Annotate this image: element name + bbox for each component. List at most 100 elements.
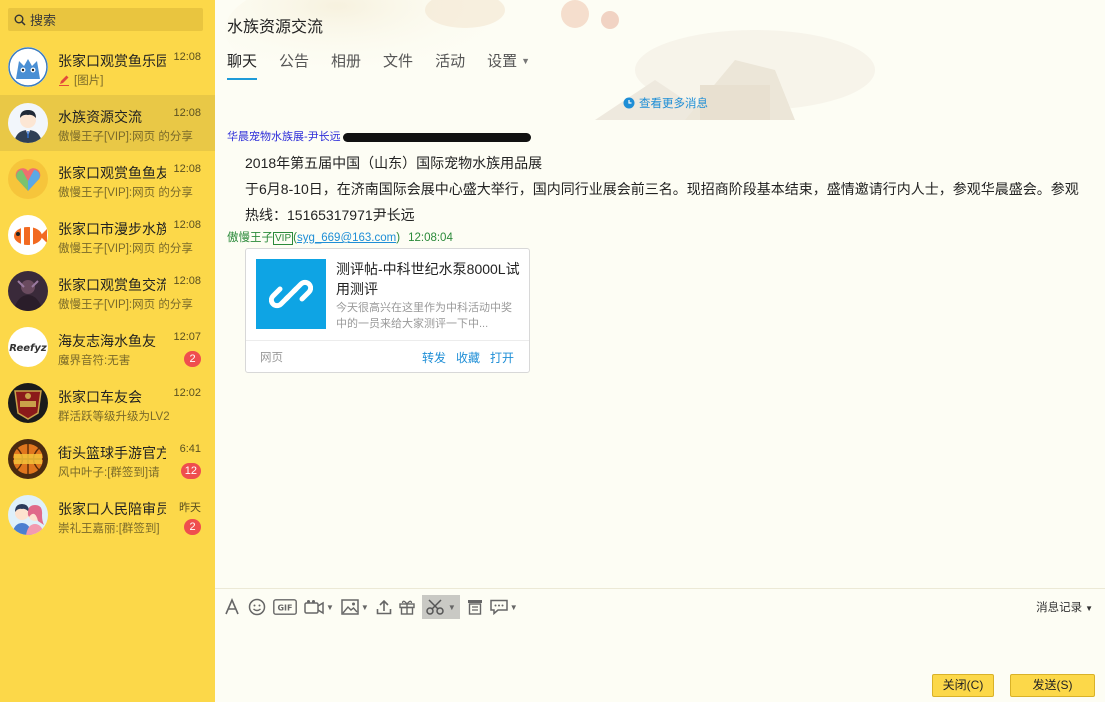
conversation-preview-text: 群活跃等级升级为LV2: [58, 411, 170, 423]
conversation-time: 12:08: [173, 219, 201, 231]
card-footer: 网页 转发 收藏 打开: [246, 340, 529, 372]
conversation-time: 12:08: [173, 51, 201, 63]
conversation-time: 6:41: [179, 443, 201, 455]
conversation-preview: 群活跃等级升级为LV2: [58, 408, 198, 424]
conversation-item[interactable]: 街头篮球手游官方 6:41 风中叶子:[群签到]请 12: [0, 431, 215, 487]
conversation-list: 张家口观赏鱼乐园 12:08 [图片] 水族资源交流 12:08 傲慢王子[VIP]:网页…: [0, 39, 215, 543]
conversation-item[interactable]: 张家口观赏鱼鱼友 12:08 傲慢王子[VIP]:网页 的分享: [0, 151, 215, 207]
conversation-time: 12:08: [173, 275, 201, 287]
search-icon: [14, 14, 26, 26]
message-sender[interactable]: 华晨宠物水族展-尹长远: [227, 128, 531, 144]
search-box[interactable]: 搜索: [8, 8, 203, 31]
gift-button[interactable]: [399, 595, 415, 619]
avatar: [8, 495, 48, 535]
avatar: [8, 271, 48, 311]
clock-icon: [623, 97, 635, 109]
upload-icon: [376, 599, 392, 615]
link-thumbnail: [256, 259, 326, 329]
chevron-down-icon: ▼: [360, 602, 369, 612]
video-call-button[interactable]: ▼: [304, 595, 334, 619]
sender-name: 华晨宠物水族展-尹长远: [227, 131, 341, 143]
font-button[interactable]: [223, 595, 241, 619]
conversation-preview-text: 傲慢王子[VIP]:网页 的分享: [58, 187, 193, 199]
tab-chat[interactable]: 聊天: [227, 50, 258, 80]
tab-settings[interactable]: 设置 ▼: [487, 50, 530, 77]
chevron-down-icon: ▼: [521, 56, 531, 66]
conversation-item[interactable]: Reefyz 海友志海水鱼友 12:07 魔界音符:无害 2: [0, 319, 215, 375]
conversation-preview: 魔界音符:无害: [58, 352, 198, 368]
chevron-down-icon: ▼: [447, 602, 456, 612]
gif-button[interactable]: GIF: [273, 595, 297, 619]
screenshot-button[interactable]: ▼: [421, 595, 460, 619]
conversation-preview-text: 魔界音符:无害: [58, 355, 131, 367]
send-button[interactable]: 发送(S): [1010, 674, 1095, 697]
avatar: [8, 159, 48, 199]
unread-badge: 2: [184, 351, 201, 367]
chat-tabs: 聊天 公告 相册 文件 活动 设置 ▼: [227, 50, 552, 80]
shake-button[interactable]: [467, 595, 483, 619]
conversation-preview-text: 风中叶子:[群签到]请: [58, 467, 160, 479]
conversation-item[interactable]: 张家口观赏鱼交流 12:08 傲慢王子[VIP]:网页 的分享: [0, 263, 215, 319]
message-menu-icon: [490, 599, 508, 615]
conversation-item[interactable]: 张家口人民陪审员 昨天 崇礼王嘉丽:[群签到] 2: [0, 487, 215, 543]
close-button[interactable]: 关闭(C): [932, 674, 994, 697]
conversation-name: 街头篮球手游官方: [58, 445, 166, 461]
message-input-area[interactable]: GIF ▼ ▼ ▼ ▼ 消息记录 ▼ 关闭(C) 发送(S): [215, 588, 1105, 702]
tab-files[interactable]: 文件: [383, 50, 413, 77]
vip-badge: VIP: [273, 232, 294, 245]
card-source: 网页: [260, 352, 283, 364]
pen-icon: [59, 75, 69, 86]
card-title: 测评帖-中科世纪水泵8000L试用测评: [336, 261, 520, 297]
open-link[interactable]: 打开: [490, 349, 514, 366]
sender-name: 傲慢王子: [227, 232, 273, 244]
conversation-name: 水族资源交流: [58, 109, 142, 125]
avatar: [8, 383, 48, 423]
conversation-preview-text: 傲慢王子[VIP]:网页 的分享: [58, 131, 193, 143]
message-line: 2018年第五届中国（山东）国际宠物水族用品展: [245, 155, 543, 171]
conversation-preview: 傲慢王子[VIP]:网页 的分享: [58, 128, 198, 144]
avatar: [8, 215, 48, 255]
conversation-preview: 傲慢王子[VIP]:网页 的分享: [58, 240, 198, 256]
conversation-preview: [图片]: [58, 72, 198, 88]
conversation-preview: 风中叶子:[群签到]请: [58, 464, 198, 480]
conversation-item[interactable]: 张家口市漫步水族 12:08 傲慢王子[VIP]:网页 的分享: [0, 207, 215, 263]
tab-announcement[interactable]: 公告: [279, 50, 309, 77]
message-sender[interactable]: 傲慢王子 VIP (syg_669@163.com) 12:08:04: [227, 229, 453, 245]
conversation-name: 张家口车友会: [58, 389, 142, 405]
conversation-time: 12:08: [173, 163, 201, 175]
chat-panel: 水族资源交流 聊天 公告 相册 文件 活动 设置 ▼ 查看更多消息 华晨宠物水族展…: [215, 0, 1105, 702]
favorite-link[interactable]: 收藏: [456, 349, 480, 366]
emoji-button[interactable]: [248, 595, 266, 619]
tab-album[interactable]: 相册: [331, 50, 361, 77]
message-history-button[interactable]: 消息记录 ▼: [1036, 599, 1093, 615]
more-tools-button[interactable]: ▼: [490, 595, 518, 619]
sender-email[interactable]: syg_669@163.com: [297, 232, 396, 244]
share-card[interactable]: 测评帖-中科世纪水泵8000L试用测评 今天很高兴在这里作为中科活动中奖中的一员…: [245, 248, 530, 373]
conversation-item[interactable]: 张家口观赏鱼乐园 12:08 [图片]: [0, 39, 215, 95]
conversation-time: 昨天: [179, 502, 201, 514]
chevron-down-icon: ▼: [1085, 604, 1093, 613]
tab-settings-label: 设置: [487, 53, 518, 70]
avatar: Reefyz: [8, 327, 48, 367]
tab-activity[interactable]: 活动: [435, 50, 465, 77]
sidebar: 搜索 张家口观赏鱼乐园 12:08 [图片] 水族资源交流 12:08 傲慢王子[VIP]…: [0, 0, 215, 702]
svg-text:Reefyz: Reefyz: [9, 343, 47, 354]
conversation-item[interactable]: 张家口车友会 12:02 群活跃等级升级为LV2: [0, 375, 215, 431]
conversation-name: 海友志海水鱼友: [58, 333, 156, 349]
conversation-preview: 傲慢王子[VIP]:网页 的分享: [58, 184, 198, 200]
unread-badge: 12: [180, 463, 201, 479]
upload-file-button[interactable]: [376, 595, 392, 619]
share-link[interactable]: 转发: [422, 349, 446, 366]
conversation-preview-text: 傲慢王子[VIP]:网页 的分享: [58, 299, 193, 311]
conversation-preview: 崇礼王嘉丽:[群签到]: [58, 520, 198, 536]
image-button[interactable]: ▼: [341, 595, 369, 619]
conversation-item[interactable]: 水族资源交流 12:08 傲慢王子[VIP]:网页 的分享: [0, 95, 215, 151]
input-toolbar: GIF ▼ ▼ ▼ ▼: [223, 595, 525, 619]
smiley-icon: [248, 598, 266, 616]
avatar: [8, 47, 48, 87]
conversation-name: 张家口人民陪审员: [58, 501, 166, 517]
conversation-name: 张家口观赏鱼鱼友: [58, 165, 166, 181]
svg-text:GIF: GIF: [277, 604, 292, 613]
conversation-preview-text: [图片]: [74, 75, 104, 87]
view-more-messages-link[interactable]: 查看更多消息: [623, 95, 708, 111]
